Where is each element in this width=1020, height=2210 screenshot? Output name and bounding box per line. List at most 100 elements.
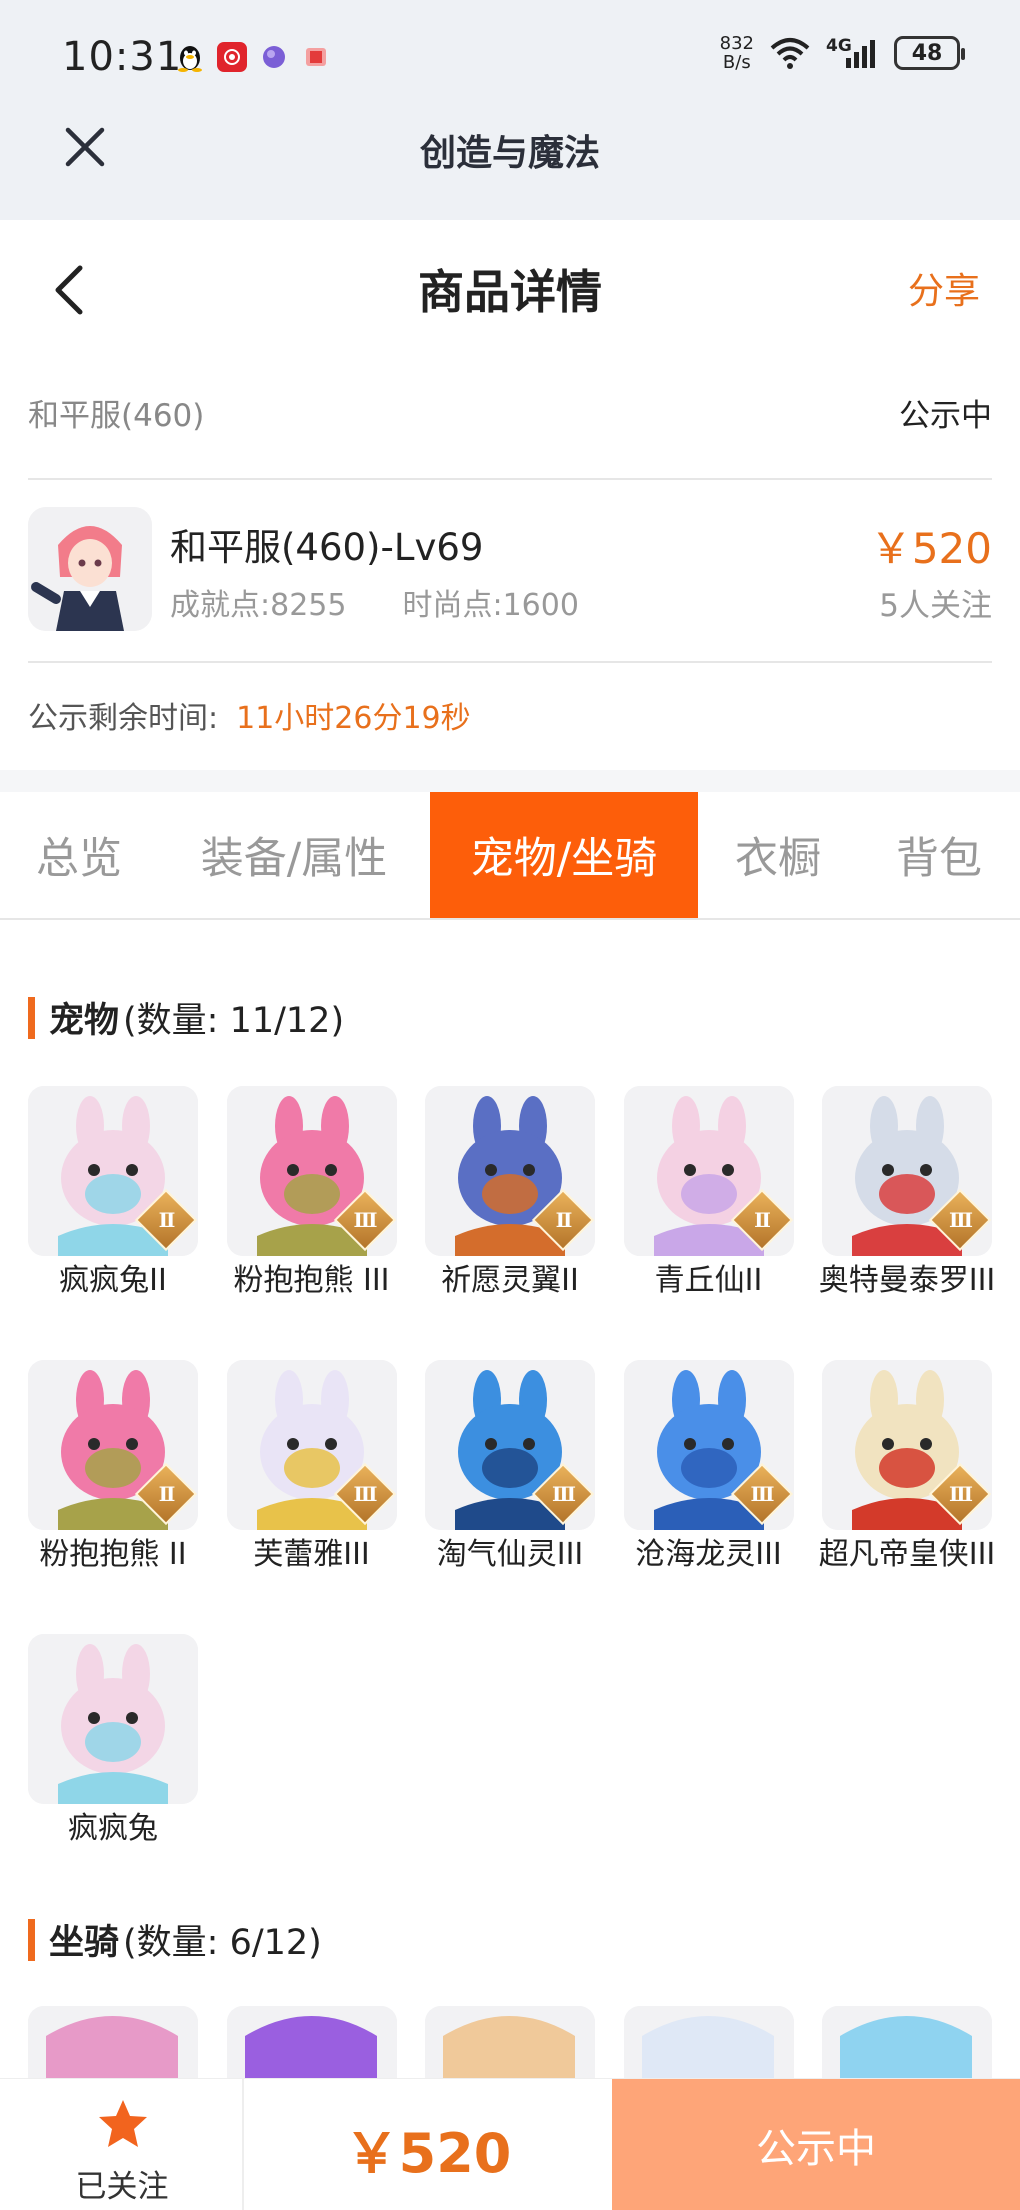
tier-badge-label: II	[555, 1208, 573, 1232]
pet-image: II	[623, 1086, 794, 1256]
book-app-icon	[301, 42, 331, 72]
tier-badge-label: III	[353, 1482, 377, 1506]
pet-name: 淘气仙灵III	[436, 1537, 584, 1572]
pet-image: III	[822, 1360, 992, 1530]
pet-name: 疯疯兔II	[59, 1263, 167, 1298]
pet-image: II	[28, 1360, 198, 1530]
tier-badge-label: II	[158, 1482, 176, 1506]
watcher-count: 5人关注	[879, 588, 992, 624]
pet-card[interactable]: 疯疯兔	[28, 1634, 198, 1848]
tab-equipment[interactable]: 装备/属性	[158, 792, 430, 918]
section-accent-bar	[28, 1918, 35, 1961]
pet-card[interactable]: III 粉抱抱熊 III	[226, 1086, 397, 1300]
mount-card[interactable]	[822, 2006, 992, 2078]
tier-badge-label: II	[754, 1208, 771, 1232]
fashion-points: 时尚点:1600	[402, 588, 579, 623]
server-row: 和平服(460) 公示中	[28, 390, 992, 440]
mount-card[interactable]	[28, 2006, 198, 2078]
tab-bar: 总览 装备/属性 宠物/坐骑 衣橱 背包	[0, 792, 1020, 920]
pet-name: 疯疯兔	[68, 1811, 158, 1846]
pets-count: (数量: 11/12)	[123, 1001, 345, 1041]
red-app-icon	[217, 42, 247, 72]
tab-backpack[interactable]: 背包	[858, 792, 1020, 918]
remaining-label: 公示剩余时间:	[28, 701, 219, 736]
pet-card[interactable]: II 祈愿灵翼II	[425, 1086, 595, 1300]
share-button[interactable]: 分享	[908, 262, 980, 314]
pet-image: III	[623, 1360, 794, 1530]
pet-card[interactable]: III 芙蕾雅III	[226, 1360, 397, 1574]
tier-badge-label: III	[353, 1208, 377, 1232]
section-gap	[0, 770, 1020, 792]
pet-card[interactable]: III 淘气仙灵III	[425, 1360, 595, 1574]
net-speed: 832 B/s	[720, 34, 754, 72]
item-stats: 成就点:8255 时尚点:1600	[170, 580, 579, 624]
net-speed-value: 832	[719, 33, 754, 54]
item-title: 和平服(460)-Lv69	[170, 526, 484, 569]
status-bar: 10:31 832 B/s 4G 48	[0, 0, 1020, 110]
mount-image	[623, 2006, 794, 2078]
page-header: 商品详情 分享	[0, 220, 1020, 350]
tier-badge-label: III	[750, 1482, 774, 1506]
tier-badge-label: III	[948, 1208, 973, 1232]
mount-card[interactable]	[226, 2006, 397, 2078]
pet-image: III	[226, 1086, 397, 1256]
cellular-signal-icon: 4G	[826, 36, 880, 70]
pet-card[interactable]: II 疯疯兔II	[28, 1086, 198, 1300]
pet-image: II	[425, 1086, 595, 1256]
pet-image: III	[822, 1086, 992, 1256]
pet-grid: II 疯疯兔II III 粉抱抱熊 III II 祈愿灵翼II II 青丘仙II III 奥特曼泰…	[28, 1086, 995, 1848]
net-speed-unit: B/s	[722, 52, 751, 73]
qq-penguin-icon	[175, 42, 205, 72]
divider	[28, 478, 992, 480]
pet-card[interactable]: III 奥特曼泰罗III	[819, 1086, 995, 1300]
price: ￥520	[869, 524, 992, 573]
battery-icon: 48	[894, 36, 965, 70]
pet-image	[28, 1634, 198, 1804]
status-right: 832 B/s 4G 48	[720, 34, 965, 72]
pet-name: 粉抱抱熊 II	[39, 1537, 187, 1572]
mount-card[interactable]	[425, 2006, 595, 2078]
mount-image	[822, 2006, 992, 2078]
tier-badge-label: II	[158, 1208, 176, 1232]
achievement-points: 成就点:8255	[170, 588, 347, 623]
divider	[28, 661, 992, 663]
status-time: 10:31	[62, 34, 183, 80]
status-button[interactable]: 公示中	[612, 2079, 1020, 2210]
pet-name: 超凡帝皇侠III	[818, 1537, 996, 1572]
pet-card[interactable]: II 青丘仙II	[623, 1086, 794, 1300]
section-accent-bar	[28, 996, 35, 1039]
mount-image	[28, 2006, 198, 2078]
mounts-title: 坐骑	[49, 1923, 120, 1963]
pet-name: 祈愿灵翼II	[441, 1263, 579, 1298]
bottom-bar: 已关注 ￥520 公示中	[0, 2078, 1020, 2210]
tab-pets-mounts[interactable]: 宠物/坐骑	[430, 792, 698, 918]
tab-wardrobe[interactable]: 衣橱	[698, 792, 858, 918]
globe-app-icon	[259, 42, 289, 72]
pets-title: 宠物	[49, 1001, 120, 1041]
listing-item[interactable]: 和平服(460)-Lv69 成就点:8255 时尚点:1600 ￥520 5人关…	[28, 505, 992, 635]
pet-name: 沧海龙灵III	[635, 1537, 782, 1572]
pets-section-title: 宠物 (数量: 11/12)	[28, 992, 344, 1043]
app-title: 创造与魔法	[419, 133, 600, 174]
pet-name: 粉抱抱熊 III	[233, 1263, 390, 1298]
pet-image: III	[226, 1360, 397, 1530]
pet-card[interactable]: III 沧海龙灵III	[623, 1360, 794, 1574]
notification-icons	[175, 42, 331, 72]
bottom-price: ￥520	[344, 2122, 512, 2185]
network-type: 4G	[826, 36, 852, 56]
follow-label: 已关注	[75, 2169, 169, 2205]
mounts-section-title: 坐骑 (数量: 6/12)	[28, 1914, 322, 1965]
follow-button[interactable]: 已关注	[0, 2079, 244, 2210]
pet-card[interactable]: III 超凡帝皇侠III	[819, 1360, 995, 1574]
pet-card[interactable]: II 粉抱抱熊 II	[28, 1360, 198, 1574]
pet-name: 青丘仙II	[654, 1263, 763, 1298]
tab-overview[interactable]: 总览	[0, 792, 158, 918]
mount-image	[425, 2006, 595, 2078]
pet-name: 芙蕾雅III	[253, 1537, 370, 1572]
mount-card[interactable]	[623, 2006, 794, 2078]
remaining-time: 公示剩余时间: 11小时26分19秒	[28, 693, 471, 737]
mount-image	[226, 2006, 397, 2078]
wifi-icon	[770, 38, 810, 69]
pet-name: 奥特曼泰罗III	[818, 1263, 996, 1298]
page-title: 商品详情	[418, 265, 602, 319]
